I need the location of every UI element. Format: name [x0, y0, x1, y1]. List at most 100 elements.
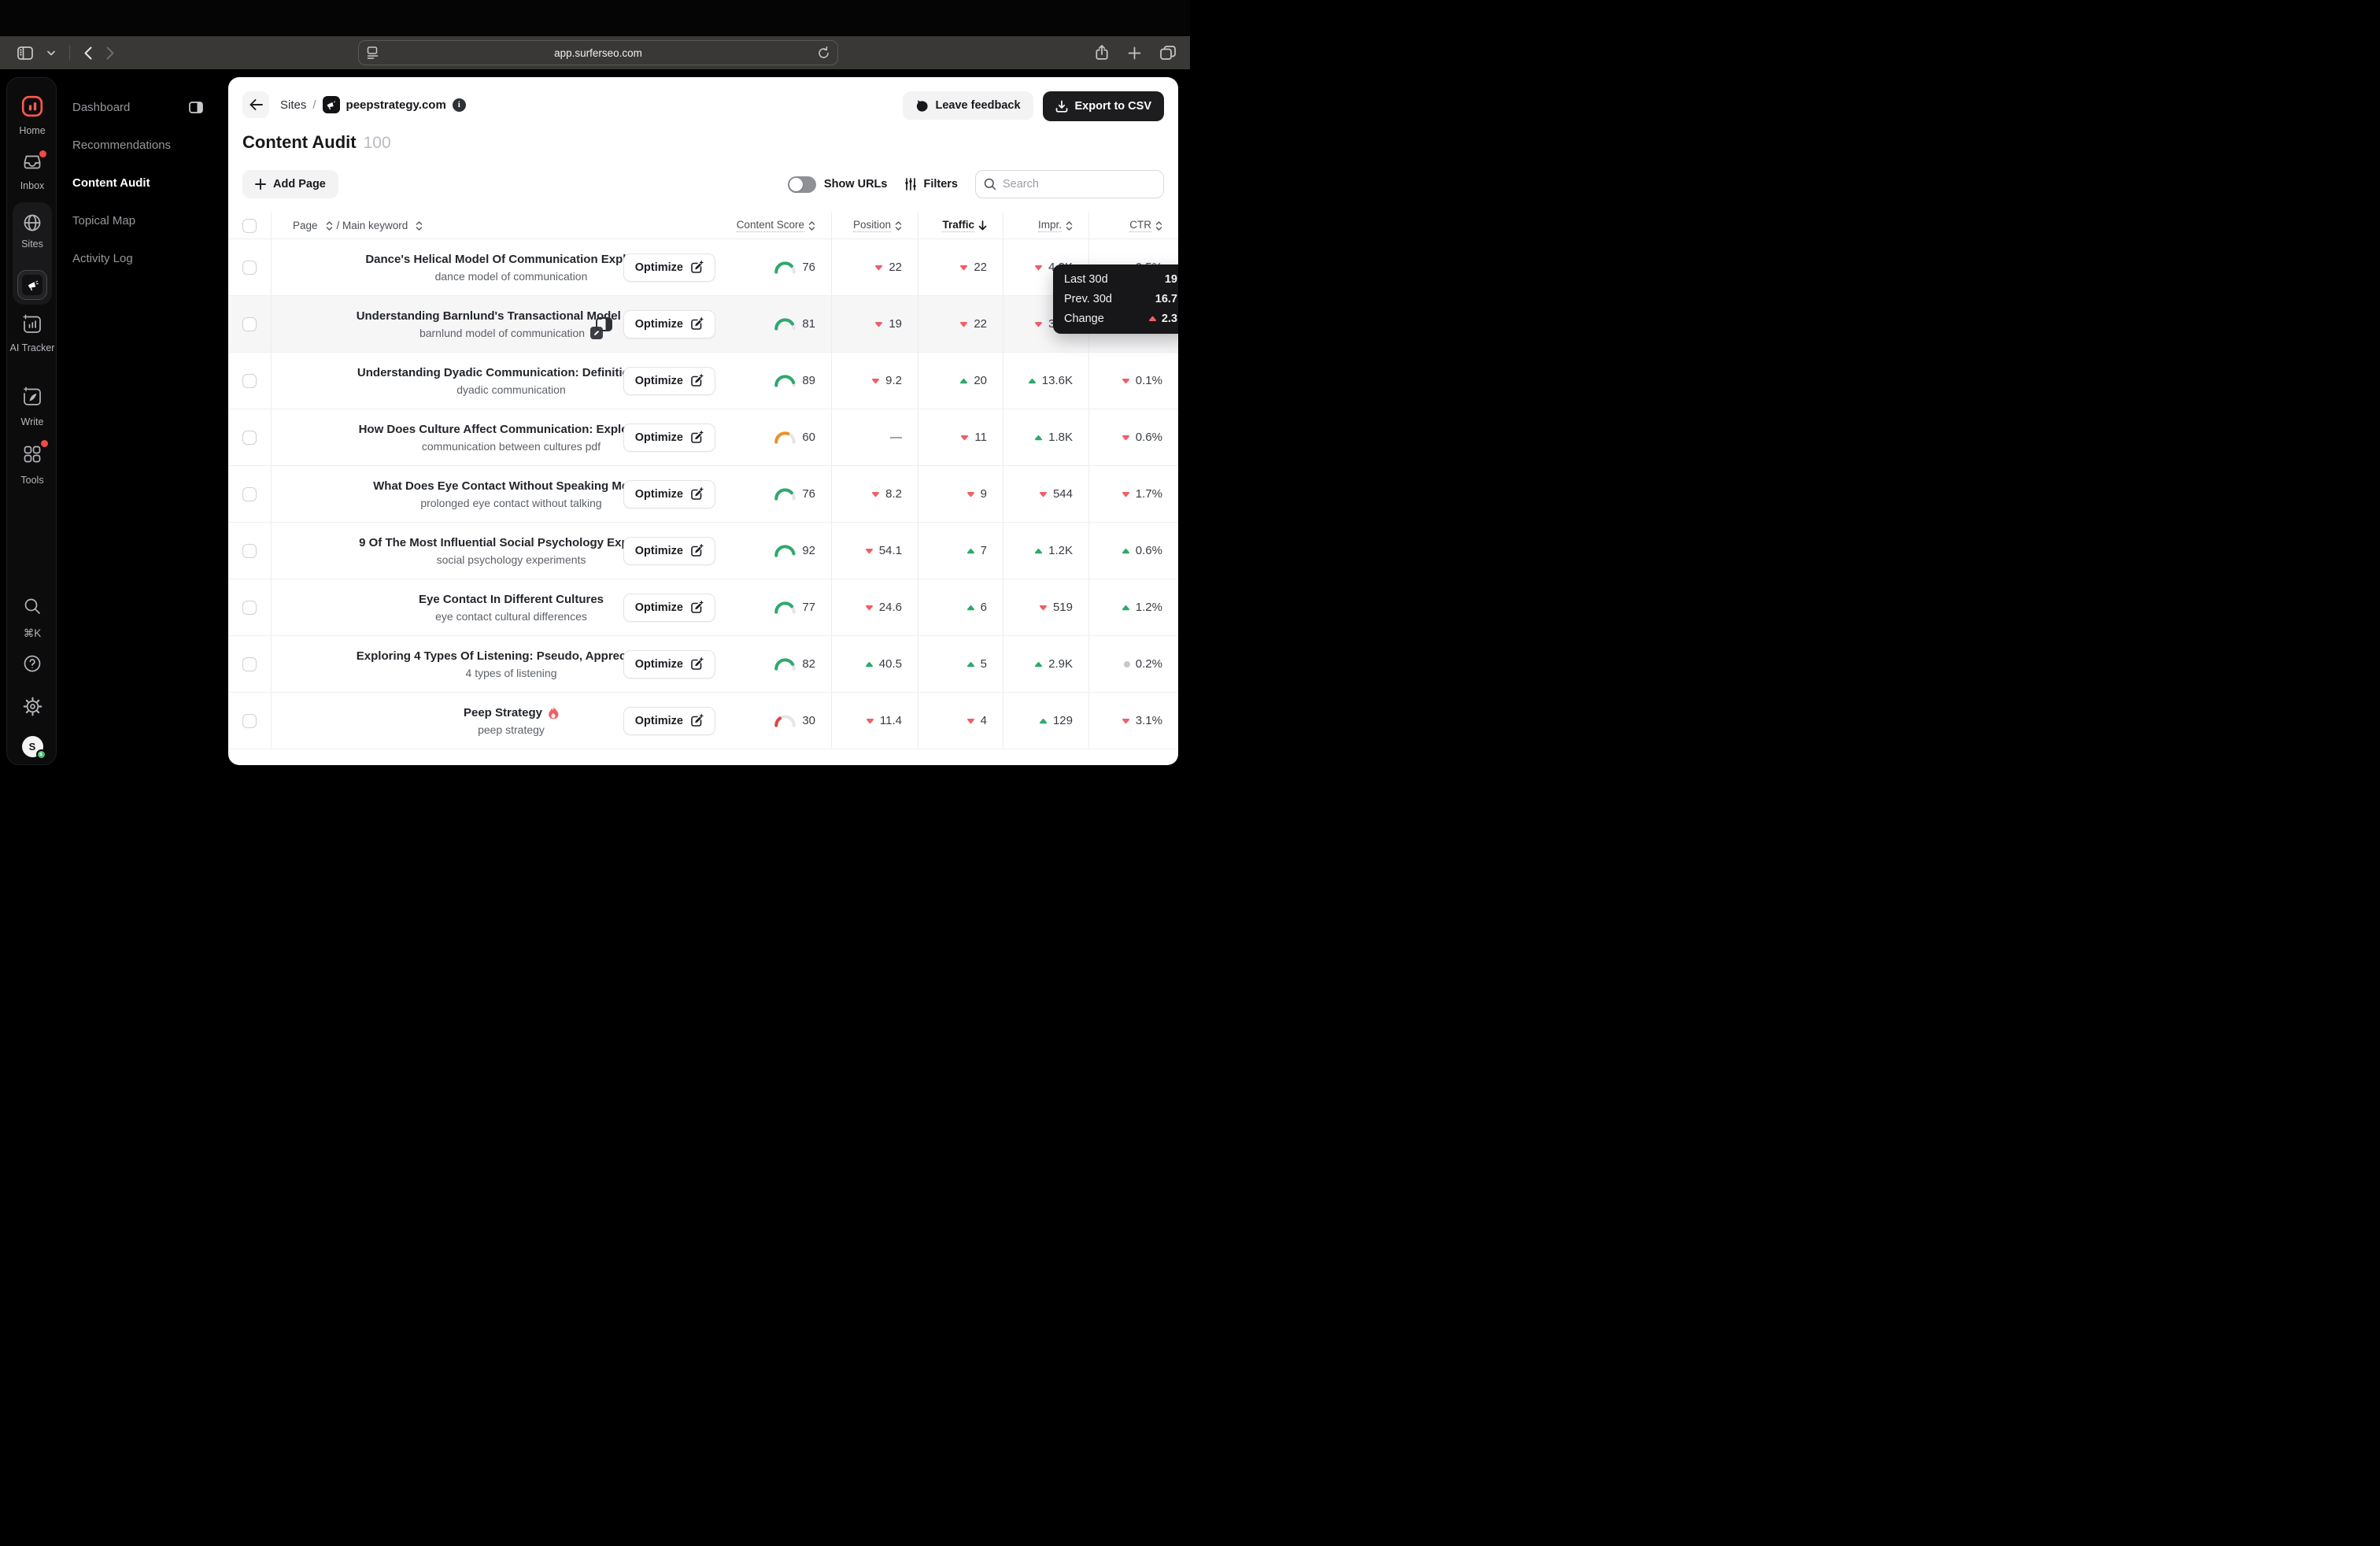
optimize-button[interactable]: Optimize	[623, 253, 715, 282]
trend-down-icon	[871, 378, 880, 384]
header-page-keyword[interactable]: Page / Main keyword	[272, 213, 730, 239]
info-icon[interactable]: i	[453, 98, 466, 112]
current-site-avatar[interactable]	[17, 270, 47, 300]
collapse-panel-icon[interactable]	[189, 102, 203, 113]
optimize-button[interactable]: Optimize	[623, 423, 715, 452]
optimize-button[interactable]: Optimize	[623, 650, 715, 679]
help-icon[interactable]	[7, 654, 57, 673]
subnav-item-activity-log[interactable]: Activity Log	[72, 239, 222, 277]
optimize-button[interactable]: Optimize	[623, 537, 715, 565]
row-checkbox[interactable]	[228, 693, 272, 749]
subnav-item-recommendations[interactable]: Recommendations	[72, 126, 222, 164]
header-impressions[interactable]: Impr.	[1003, 213, 1088, 239]
trend-up-icon	[1122, 605, 1130, 611]
trend-down-icon	[960, 435, 969, 441]
trend-up-icon	[966, 661, 975, 668]
open-side-panel-icon[interactable]	[596, 317, 612, 331]
page-cell[interactable]: Dance's Helical Model Of Communication E…	[272, 239, 730, 295]
export-csv-button[interactable]: Export to CSV	[1043, 91, 1164, 121]
page-cell[interactable]: How Does Culture Affect Communication: E…	[272, 409, 730, 465]
sites-globe-icon[interactable]	[7, 213, 57, 232]
trend-down-icon	[1122, 378, 1130, 384]
address-bar[interactable]: app.surferseo.com	[358, 40, 838, 65]
reload-icon[interactable]	[818, 46, 830, 59]
back-icon[interactable]	[84, 46, 92, 60]
tab-overview-icon[interactable]	[1160, 46, 1176, 60]
page-cell[interactable]: Understanding Barnlund's Transactional M…	[272, 296, 730, 352]
surfer-logo[interactable]	[7, 95, 57, 117]
trend-down-icon	[1148, 316, 1157, 322]
share-icon[interactable]	[1095, 45, 1109, 61]
header-content-score[interactable]: Content Score	[730, 213, 831, 239]
content-score-cell: 81	[730, 296, 831, 352]
row-checkbox[interactable]	[228, 239, 272, 295]
select-all-checkbox[interactable]	[228, 213, 272, 239]
user-avatar[interactable]: S s	[7, 736, 57, 757]
edit-sparkle-icon	[690, 487, 704, 501]
breadcrumb-domain[interactable]: peepstrategy.com	[346, 98, 446, 112]
subnav-item-topical-map[interactable]: Topical Map	[72, 202, 222, 239]
traffic-cell: 20	[918, 353, 1003, 409]
row-checkbox[interactable]	[228, 296, 272, 352]
forward-icon[interactable]	[106, 46, 114, 60]
ai-tracker-icon[interactable]	[7, 314, 57, 335]
score-gauge-icon	[774, 601, 796, 614]
fire-icon	[548, 706, 559, 719]
row-checkbox[interactable]	[228, 466, 272, 522]
page-cell[interactable]: What Does Eye Contact Without Speaking M…	[272, 466, 730, 522]
optimize-button[interactable]: Optimize	[623, 594, 715, 622]
breadcrumb-sites[interactable]: Sites	[280, 98, 306, 112]
search-icon[interactable]	[7, 597, 57, 615]
page-title: Content Audit	[242, 132, 357, 153]
tools-icon[interactable]	[7, 445, 57, 464]
trend-down-icon	[966, 491, 975, 497]
trend-down-icon	[966, 718, 975, 724]
table-header-row: Page / Main keyword Content Score Positi…	[228, 213, 1178, 239]
chevron-down-icon[interactable]	[47, 50, 55, 56]
impressions-cell: 1.8K	[1003, 409, 1088, 465]
header-position[interactable]: Position	[831, 213, 918, 239]
back-button[interactable]	[242, 91, 269, 118]
row-checkbox[interactable]	[228, 579, 272, 635]
search-input[interactable]	[975, 170, 1164, 198]
row-checkbox[interactable]	[228, 636, 272, 692]
inbox-icon[interactable]	[7, 153, 57, 171]
leave-feedback-button[interactable]: Leave feedback	[903, 91, 1033, 120]
page-cell[interactable]: Eye Contact In Different Cultures eye co…	[272, 579, 730, 635]
page-cell[interactable]: Understanding Dyadic Communication: Defi…	[272, 353, 730, 409]
optimize-button[interactable]: Optimize	[623, 310, 715, 338]
header-ctr[interactable]: CTR	[1088, 213, 1178, 239]
add-page-button[interactable]: Add Page	[242, 170, 338, 198]
show-urls-toggle[interactable]	[788, 176, 816, 193]
main-keyword-text: social psychology experiments	[437, 553, 586, 566]
row-checkbox[interactable]	[228, 409, 272, 465]
settings-gear-icon[interactable]	[7, 697, 57, 716]
trend-down-icon	[1039, 605, 1048, 611]
filters-button[interactable]: Filters	[904, 178, 958, 190]
sites-label: Sites	[7, 239, 57, 250]
row-checkbox[interactable]	[228, 353, 272, 409]
header-traffic-sorted[interactable]: Traffic	[918, 213, 1003, 239]
trend-down-icon	[1034, 321, 1043, 327]
subnav-item-content-audit[interactable]: Content Audit	[72, 164, 222, 202]
new-tab-icon[interactable]	[1128, 46, 1141, 60]
subnav-item-dashboard[interactable]: Dashboard	[72, 88, 222, 126]
optimize-button[interactable]: Optimize	[623, 480, 715, 509]
optimize-button[interactable]: Optimize	[623, 707, 715, 735]
sort-icon[interactable]	[326, 221, 333, 231]
page-cell[interactable]: Exploring 4 Types Of Listening: Pseudo, …	[272, 636, 730, 692]
page-cell[interactable]: Peep Strategy peep strategy Optimize	[272, 693, 730, 749]
sidebar-toggle-icon[interactable]	[17, 46, 33, 60]
optimize-button[interactable]: Optimize	[623, 367, 715, 395]
sort-icon	[895, 221, 902, 231]
sort-icon[interactable]	[416, 221, 423, 231]
position-cell: 22	[831, 239, 918, 295]
write-icon[interactable]	[7, 386, 57, 407]
position-cell: 9.2	[831, 353, 918, 409]
trend-down-icon	[1039, 491, 1048, 497]
sort-icon	[808, 221, 815, 231]
row-checkbox[interactable]	[228, 523, 272, 579]
reader-icon[interactable]	[367, 46, 379, 59]
avatar-initial: S	[29, 741, 36, 753]
page-cell[interactable]: 9 Of The Most Influential Social Psychol…	[272, 523, 730, 579]
